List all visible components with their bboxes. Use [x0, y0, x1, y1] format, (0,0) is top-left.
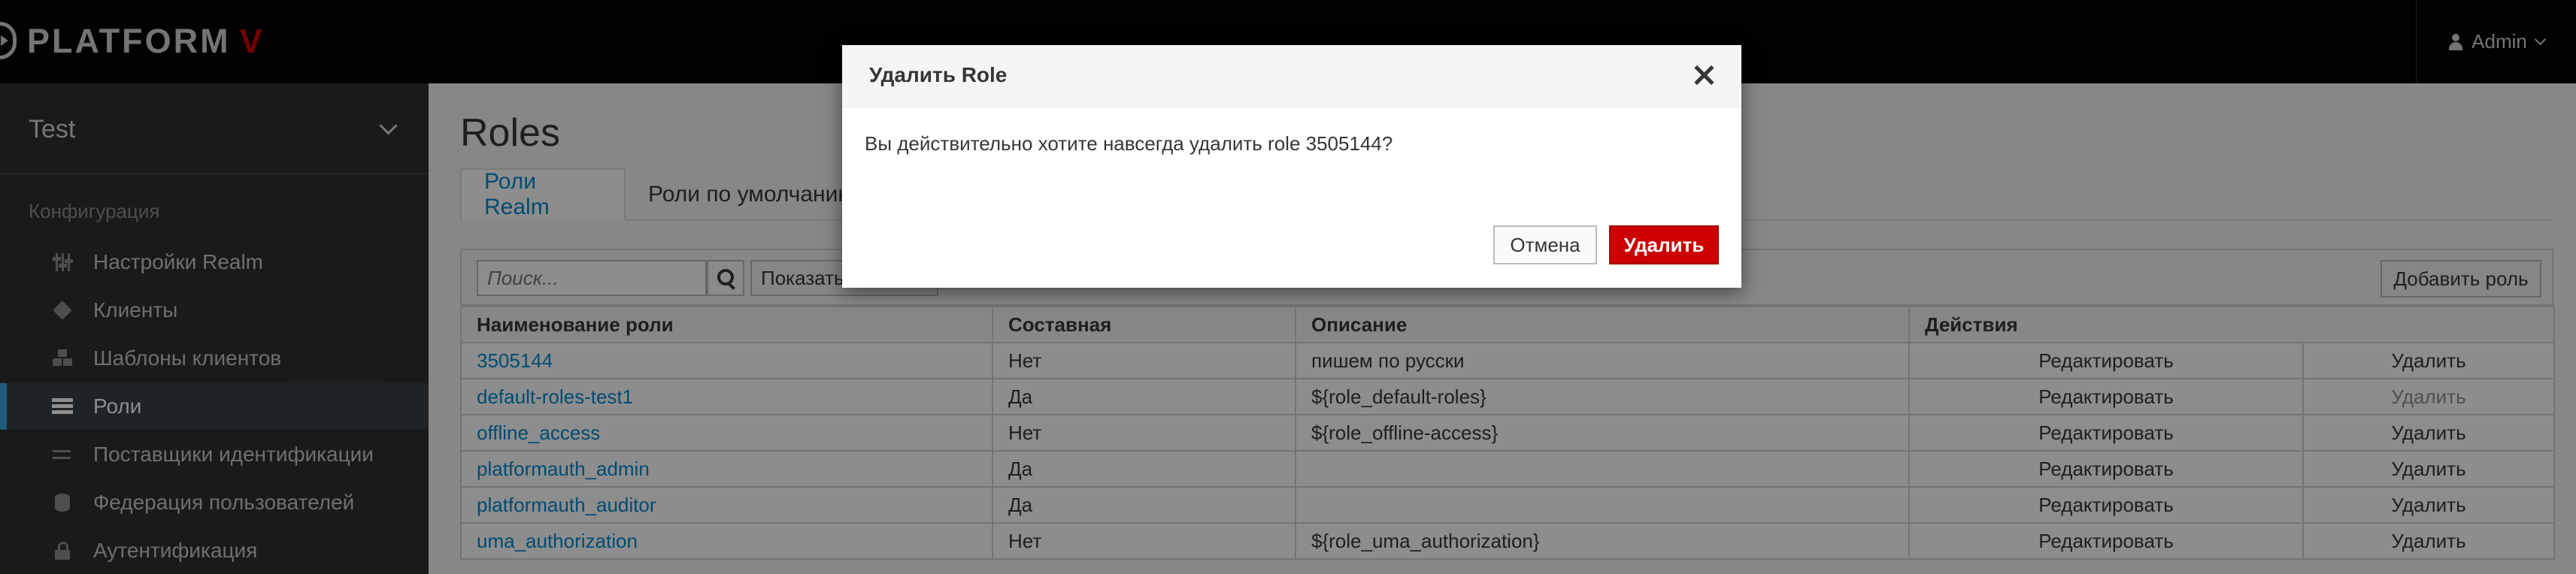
- delete-role-dialog: Удалить Role Вы действительно хотите нав…: [842, 45, 1741, 288]
- dialog-message: Вы действительно хотите навсегда удалить…: [865, 132, 1393, 155]
- dialog-header: Удалить Role: [842, 45, 1741, 107]
- confirm-delete-button[interactable]: Удалить: [1609, 225, 1719, 264]
- cancel-button[interactable]: Отмена: [1493, 225, 1597, 264]
- close-icon[interactable]: [1692, 63, 1716, 87]
- dialog-title: Удалить Role: [869, 63, 1008, 86]
